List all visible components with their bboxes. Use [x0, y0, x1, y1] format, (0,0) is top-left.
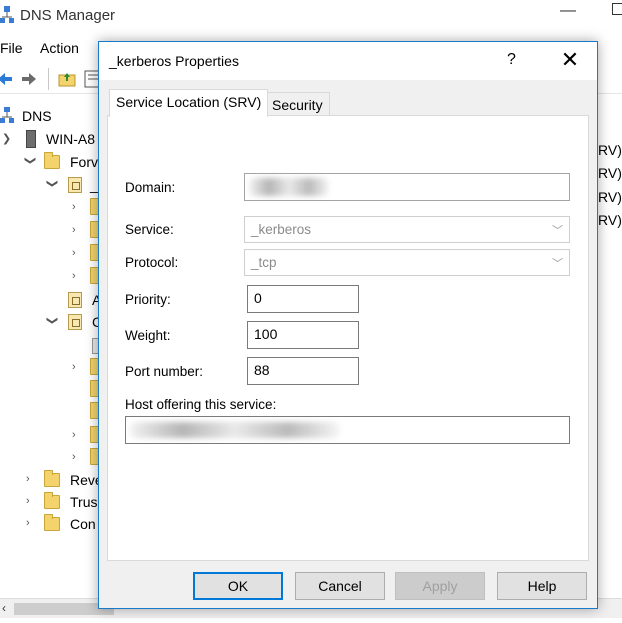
tree-item-subfolder-selected[interactable] [0, 380, 110, 402]
tree-item-zone[interactable]: ❯ _ [0, 175, 110, 197]
tree-item-record[interactable] [0, 336, 110, 358]
back-arrow-icon[interactable] [0, 70, 14, 88]
chevron-right-icon[interactable]: › [72, 224, 82, 236]
chevron-right-icon[interactable]: › [26, 517, 36, 529]
port-number-label: Port number: [125, 364, 204, 379]
main-window-titlebar: DNS Manager — [0, 0, 622, 32]
tree-label-forward: Forv [70, 154, 98, 170]
chevron-down-icon[interactable]: ﹀ [552, 255, 563, 271]
protocol-label: Protocol: [125, 255, 179, 270]
server-icon [26, 130, 36, 148]
chevron-right-icon[interactable]: › [26, 495, 36, 507]
dialog-titlebar: _kerberos Properties ? ✕ [99, 42, 597, 80]
host-input[interactable] [125, 416, 570, 444]
zone-icon [68, 292, 82, 308]
forward-arrow-icon[interactable] [20, 70, 38, 88]
folder-icon [44, 514, 60, 531]
help-icon[interactable]: ? [507, 51, 516, 69]
menu-action[interactable]: Action [40, 40, 79, 56]
tree-item-subfolder[interactable]: › [0, 448, 110, 470]
dns-root-icon [0, 107, 14, 123]
chevron-down-icon[interactable]: ❯ [46, 179, 59, 189]
chevron-down-icon[interactable]: ❯ [24, 156, 37, 166]
toolbar-separator [48, 68, 49, 90]
service-label: Service: [125, 222, 174, 237]
record-type-cell: RV) [598, 165, 622, 181]
tab-security[interactable]: Security [265, 92, 330, 116]
priority-label: Priority: [125, 292, 171, 307]
tree-item-subfolder[interactable]: › [0, 244, 110, 266]
main-window-title: DNS Manager [20, 7, 116, 24]
chevron-right-icon[interactable]: › [72, 201, 82, 213]
chevron-right-icon[interactable]: › [26, 473, 36, 485]
tree-item-trust-points[interactable]: › Trus [0, 492, 110, 514]
close-icon[interactable]: ✕ [559, 48, 581, 72]
tree-label-zone: _ [90, 177, 98, 193]
tree-item-server[interactable]: ❯ WIN-A8 [0, 129, 110, 151]
redacted-domain [249, 178, 329, 196]
apply-button[interactable]: Apply [395, 572, 485, 600]
folder-icon [44, 492, 60, 509]
dns-manager-icon [0, 6, 14, 23]
maximize-button[interactable] [612, 3, 622, 15]
tree-item-conditional-forwarders[interactable]: › Con [0, 514, 110, 536]
tree-label-dns: DNS [22, 108, 52, 124]
chevron-right-icon[interactable]: › [72, 270, 82, 282]
service-select[interactable]: _kerberos ﹀ [244, 216, 570, 243]
chevron-down-icon[interactable]: ﹀ [552, 222, 563, 238]
chevron-right-icon[interactable]: › [72, 361, 82, 373]
tree-item-subfolder[interactable]: › [0, 267, 110, 289]
tab-service-location[interactable]: Service Location (SRV) [109, 89, 269, 117]
ok-button[interactable]: OK [193, 572, 283, 600]
weight-input[interactable]: 100 [247, 321, 359, 349]
tree-label-server: WIN-A8 [46, 131, 95, 147]
chevron-down-icon[interactable]: ❯ [2, 132, 12, 145]
menu-file[interactable]: File [0, 40, 23, 56]
zone-icon [68, 177, 82, 193]
redacted-host [130, 422, 340, 438]
up-folder-icon[interactable] [58, 70, 76, 88]
help-button[interactable]: Help [497, 572, 587, 600]
chevron-right-icon[interactable]: › [72, 247, 82, 259]
folder-icon [44, 152, 60, 169]
weight-label: Weight: [125, 328, 171, 343]
console-tree: DNS ❯ WIN-A8 ❯ Forv ❯ _ › › › › A ❯ C [0, 100, 110, 540]
protocol-select[interactable]: _tcp ﹀ [244, 249, 570, 276]
tree-item-dns[interactable]: DNS [0, 106, 110, 128]
kerberos-properties-dialog: _kerberos Properties ? ✕ Service Locatio… [98, 41, 598, 609]
tree-item-zone-c[interactable]: ❯ C [0, 312, 110, 334]
srv-record-panel: Domain: Service: _kerberos ﹀ Protocol: _… [107, 115, 589, 561]
minimize-button[interactable]: — [560, 2, 576, 20]
cancel-button[interactable]: Cancel [295, 572, 385, 600]
chevron-right-icon[interactable]: › [72, 451, 82, 463]
host-label: Host offering this service: [125, 397, 277, 412]
port-number-input[interactable]: 88 [247, 357, 359, 385]
zone-icon [68, 314, 82, 330]
tree-label-trust: Trus [70, 494, 98, 510]
record-type-cell: RV) [598, 142, 622, 158]
tree-item-subfolder[interactable]: › [0, 221, 110, 243]
tree-item-subfolder[interactable]: › [0, 358, 110, 380]
domain-label: Domain: [125, 180, 176, 195]
dialog-title: _kerberos Properties [109, 53, 239, 69]
record-type-cell: RV) [598, 212, 622, 228]
record-type-cell: RV) [598, 189, 622, 205]
chevron-right-icon[interactable]: › [72, 429, 82, 441]
tree-item-subfolder[interactable] [0, 402, 110, 424]
tree-item-reverse-zones[interactable]: › Reve [0, 470, 110, 492]
protocol-value: _tcp [251, 255, 277, 270]
tree-item-subfolder[interactable]: › [0, 426, 110, 448]
tree-label-conditional: Con [70, 516, 96, 532]
folder-icon [44, 470, 60, 487]
service-value: _kerberos [251, 222, 312, 237]
tree-item-subfolder[interactable]: › [0, 198, 110, 220]
scroll-left-icon[interactable]: ‹ [2, 601, 6, 615]
tree-item-forward-zones[interactable]: ❯ Forv [0, 152, 110, 174]
domain-field [244, 173, 570, 201]
priority-input[interactable]: 0 [247, 285, 359, 313]
chevron-down-icon[interactable]: ❯ [46, 316, 59, 326]
tree-item-zone-a[interactable]: A [0, 290, 110, 312]
